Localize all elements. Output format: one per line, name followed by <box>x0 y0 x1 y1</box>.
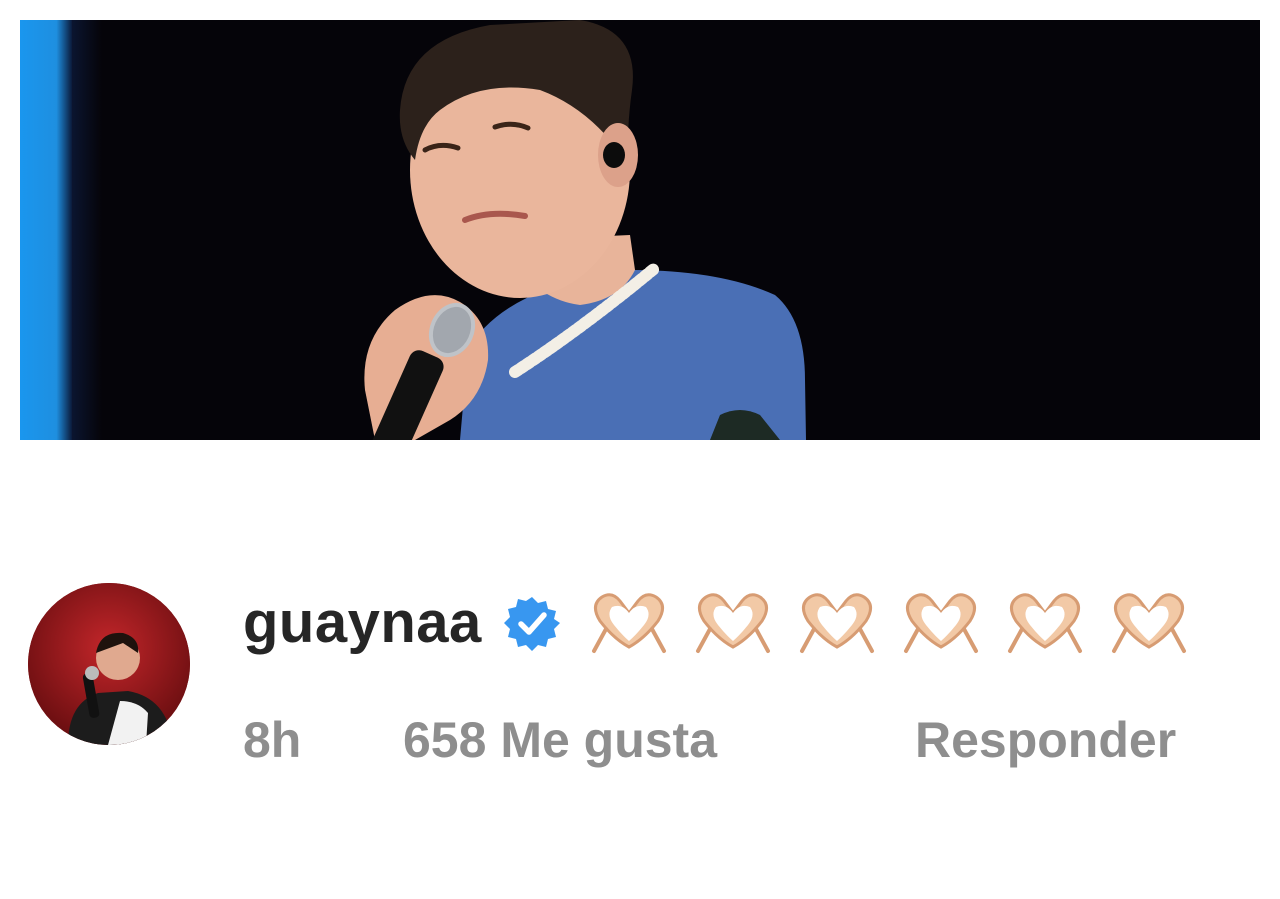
heart-hands-emoji <box>591 593 666 653</box>
heart-hands-emoji <box>799 593 874 653</box>
heart-hands-emoji <box>903 593 978 653</box>
comment-line: guaynaa <box>243 583 1194 663</box>
emoji-group <box>584 591 1194 655</box>
heart-hands-emoji <box>1007 593 1082 653</box>
comment-timestamp: 8h <box>243 712 302 768</box>
heart-hands-emoji <box>1111 593 1186 653</box>
singer-illustration <box>364 20 806 440</box>
username-link[interactable]: guaynaa <box>243 594 482 652</box>
heart-hands-emoji <box>695 593 770 653</box>
user-avatar-icon[interactable] <box>28 583 190 745</box>
likes-count-link[interactable]: 658 Me gusta <box>403 708 717 772</box>
verified-badge-icon <box>503 597 560 651</box>
reply-button[interactable]: Responder <box>915 708 1176 772</box>
post-photo[interactable] <box>20 20 1260 440</box>
